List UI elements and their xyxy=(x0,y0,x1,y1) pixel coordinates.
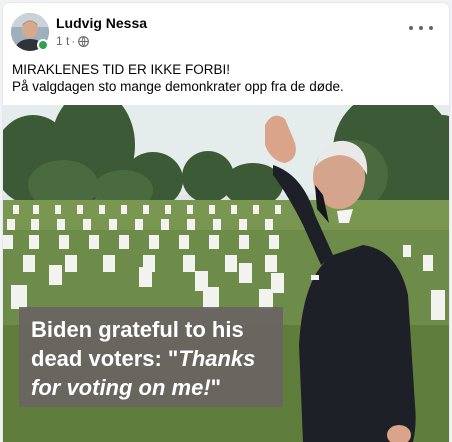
globe-icon[interactable] xyxy=(78,35,90,47)
meta-separator: · xyxy=(71,34,76,48)
post-text-line: På valgdagen sto mange demonkrater opp f… xyxy=(12,79,344,94)
caption-line: for voting on me!" xyxy=(31,373,273,402)
more-options-icon[interactable] xyxy=(409,21,433,35)
post-text-line: MIRAKLENES TID ER IKKE FORBI! xyxy=(12,62,231,77)
post-timestamp[interactable]: 1 t xyxy=(56,34,69,48)
post-header: Ludvig Nessa 1 t · xyxy=(3,3,449,55)
image-caption-overlay: Biden grateful to his dead voters: "Than… xyxy=(19,307,283,407)
caption-text: " xyxy=(210,375,222,400)
caption-quote: Thanks xyxy=(178,346,256,371)
post-meta: 1 t · xyxy=(56,34,90,48)
online-status-dot xyxy=(37,39,49,51)
caption-line: dead voters: "Thanks xyxy=(31,344,273,373)
feed-post: Ludvig Nessa 1 t · MIRAKLENES TID ER IKK… xyxy=(3,3,449,442)
post-image[interactable]: Biden grateful to his dead voters: "Than… xyxy=(3,105,449,442)
caption-line: Biden grateful to his xyxy=(31,317,244,342)
caption-text: dead voters: " xyxy=(31,346,179,371)
post-author-name[interactable]: Ludvig Nessa xyxy=(56,15,147,31)
post-body: MIRAKLENES TID ER IKKE FORBI! På valgdag… xyxy=(12,61,442,95)
caption-quote: for voting on me! xyxy=(31,375,211,400)
